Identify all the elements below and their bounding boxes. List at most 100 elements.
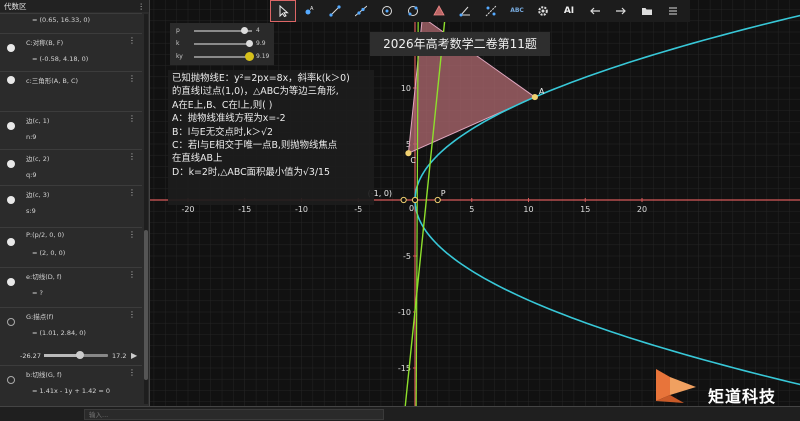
command-input[interactable] [84,409,384,420]
visibility-toggle[interactable] [7,318,15,326]
sidebar-slider-knob[interactable] [76,351,84,359]
algebra-item[interactable]: C:对称(B, F) = (-0.58, 4.18, 0) ⋮ [0,34,142,64]
circle-icon[interactable] [374,0,400,22]
algebra-item[interactable]: e:切线(D, f) = ? ⋮ [0,268,142,298]
item-menu-icon[interactable]: ⋮ [128,369,136,377]
param-knob[interactable] [241,27,249,34]
algebra-definition: = (0.65, 16.33, 0) [32,16,91,24]
sidebar-scroll-thumb[interactable] [144,230,148,380]
algebra-value: q:9 [26,171,37,179]
algebra-separator [0,267,142,268]
x-tick-label: 5 [469,205,474,214]
reflect-icon[interactable] [478,0,504,22]
item-menu-icon[interactable]: ⋮ [128,37,136,45]
ai-icon[interactable]: AI [556,0,582,22]
x-tick-label: 15 [580,205,590,214]
param-track[interactable] [194,43,252,45]
algebra-value: = (2, 0, 0) [32,249,66,257]
algebra-value: s:9 [26,207,36,215]
item-menu-icon[interactable]: ⋮ [128,153,136,161]
cursor-arrow-icon[interactable] [270,0,296,22]
param-slider-ky[interactable]: ky 9.19 [176,51,272,61]
folder-icon[interactable] [634,0,660,22]
algebra-value: = (1.01, 2.84, 0) [32,329,86,337]
undo-icon[interactable] [582,0,608,22]
item-menu-icon[interactable]: ⋮ [128,231,136,239]
polygon-icon[interactable] [426,0,452,22]
algebra-separator [0,227,142,228]
origin-point[interactable] [411,196,419,204]
point-c[interactable] [405,150,412,157]
param-name: k [176,40,180,47]
algebra-item[interactable]: G:描点(f) = (1.01, 2.84, 0) ⋮ [0,308,142,338]
x-tick-label: -10 [295,205,308,214]
param-slider-k[interactable]: k 9.9 [176,38,272,48]
param-slider-p[interactable]: p4 [176,25,272,35]
point-p-label: P [441,189,446,198]
algebra-header: 代数区 ⋮ [0,0,149,12]
play-icon[interactable]: ▶ [131,351,137,360]
algebra-definition: 边(c, 2) [26,155,50,163]
algebra-item[interactable]: P:(p/2, 0, 0) = (2, 0, 0) ⋮ [0,228,142,258]
line-b[interactable] [415,0,419,406]
algebra-separator [0,365,142,366]
visibility-toggle[interactable] [7,376,15,384]
visibility-toggle[interactable] [7,196,15,204]
algebra-item[interactable]: b:切线(G, f) = 1.41x - 1y + 1.42 = 0 ⋮ [0,366,142,396]
param-value: 9.19 [256,53,270,60]
visibility-toggle[interactable] [7,76,15,84]
segment-icon[interactable] [322,0,348,22]
algebra-separator [0,13,142,14]
visibility-toggle[interactable] [7,122,15,130]
algebra-item[interactable]: 边(c, 1) n:9 ⋮ [0,112,142,142]
visibility-toggle[interactable] [7,238,15,246]
algebra-definition: 边(c, 1) [26,117,50,125]
algebra-item[interactable]: 边(c, 2) q:9 ⋮ [0,150,142,180]
algebra-title: 代数区 [4,1,27,11]
algebra-menu-icon[interactable]: ⋮ [138,2,146,11]
algebra-item[interactable]: c:三角形(A, B, C) ⋮ [0,72,142,102]
text-abc-icon[interactable]: ABC [504,0,530,22]
x-tick-label: -15 [238,205,251,214]
algebra-value: n:9 [26,133,37,141]
algebra-separator [0,111,142,112]
algebra-definition: b:切线(G, f) [26,371,62,379]
circle-point-icon[interactable] [400,0,426,22]
x-tick-label: 10 [523,205,533,214]
point-a-label: A [539,87,545,96]
x-tick-label: -20 [181,205,194,214]
item-menu-icon[interactable]: ⋮ [128,271,136,279]
visibility-toggle[interactable] [7,44,15,52]
angle-icon[interactable] [452,0,478,22]
item-menu-icon[interactable]: ⋮ [128,115,136,123]
param-track[interactable] [194,56,252,58]
problem-line: 在直线AB上 [172,153,223,165]
algebra-value: = (-0.58, 4.18, 0) [32,55,89,63]
param-knob[interactable] [246,40,254,47]
param-name: p [176,27,180,34]
algebra-separator [0,71,142,72]
menu-icon[interactable] [660,0,686,22]
redo-icon[interactable] [608,0,634,22]
sidebar-slider-min: -26.27 [20,352,41,360]
param-knob[interactable] [245,52,255,61]
item-menu-icon[interactable]: ⋮ [128,75,136,83]
visibility-toggle[interactable] [7,278,15,286]
point-c-label: C [410,156,416,165]
ai-label: AI [563,5,575,16]
y-tick-label: -5 [403,252,411,261]
line-icon[interactable] [348,0,374,22]
visibility-toggle[interactable] [7,160,15,168]
settings-icon[interactable] [530,0,556,22]
algebra-item[interactable]: 边(c, 3) s:9 ⋮ [0,186,142,216]
y-tick-label: 10 [401,84,411,93]
point-neg1[interactable] [400,196,407,204]
item-menu-icon[interactable]: ⋮ [128,311,136,319]
sidebar-slider-fill [44,354,78,357]
item-menu-icon[interactable]: ⋮ [128,189,136,197]
point-a[interactable] [531,93,538,101]
problem-line: 已知抛物线E：y²=2px=8x，斜率k(k＞0) [172,73,350,84]
algebra-value: = ? [32,289,43,297]
point-p[interactable] [434,196,441,204]
point-icon[interactable]: A [296,0,322,22]
